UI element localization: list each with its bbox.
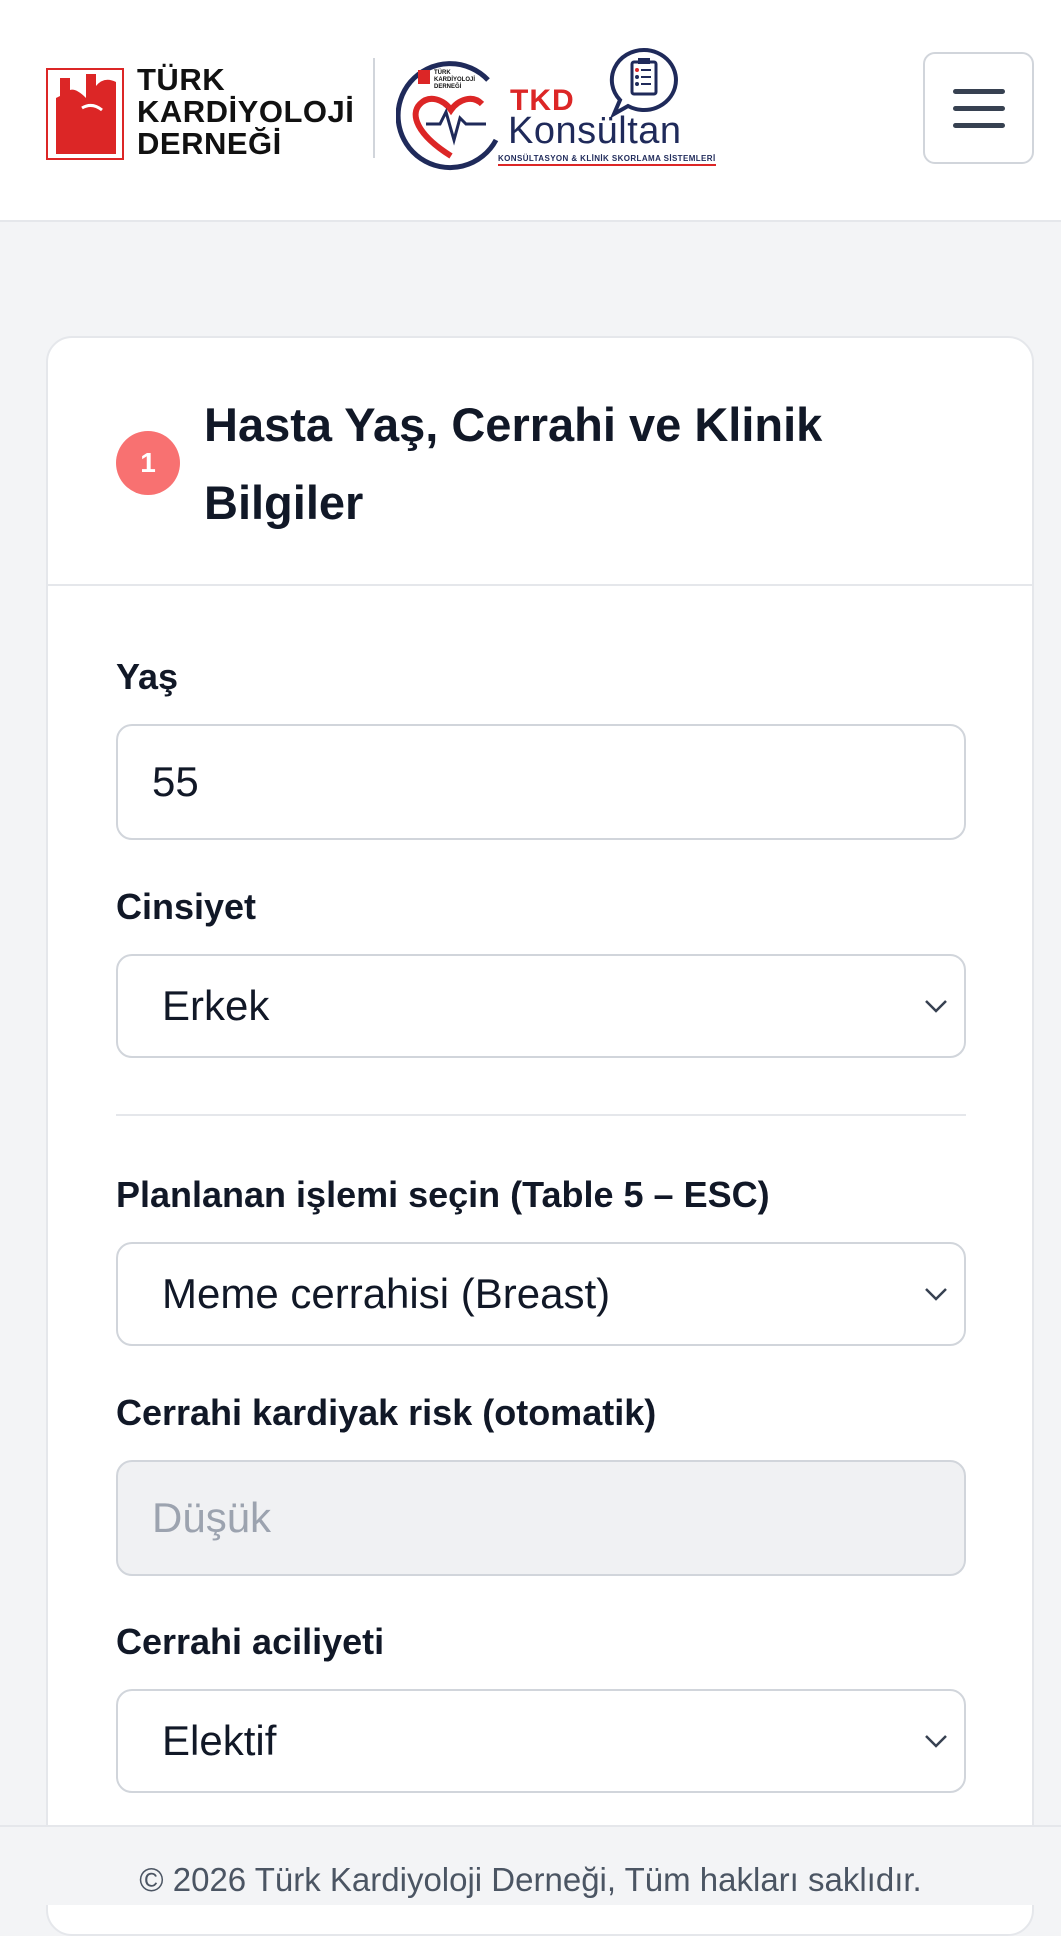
tkd-logo-line3: DERNEĞİ (137, 126, 282, 161)
logo-divider (373, 58, 375, 158)
urgency-select[interactable]: Elektif (116, 1689, 966, 1793)
cardiac-risk-label: Cerrahi kardiyak risk (otomatik) (116, 1392, 657, 1433)
chevron-down-icon (925, 1000, 947, 1013)
heart-ecg-logo-icon: TÜRK KARDİYOLOJİ DERNEĞİ (396, 61, 499, 171)
urgency-select-value: Elektif (162, 1717, 277, 1764)
kons-mini-line2: KARDİYOLOJİ (434, 76, 475, 83)
clipboard-chat-icon (609, 47, 678, 118)
hamburger-icon (952, 88, 1005, 128)
sex-label: Cinsiyet (116, 886, 257, 927)
menu-button[interactable] (923, 52, 1034, 164)
tkd-logo-line1: TÜRK (137, 62, 226, 97)
kons-mini-line3: DERNEĞİ (434, 82, 462, 90)
tkd-logo-line2: KARDİYOLOJİ (137, 94, 355, 129)
tkd-logo-text: TÜRK KARDİYOLOJİ DERNEĞİ (137, 64, 354, 160)
age-label: Yaş (116, 656, 179, 697)
chevron-down-icon (925, 1288, 947, 1301)
sex-select-value: Erkek (162, 982, 270, 1029)
cardiac-risk-input: Düşük (116, 1460, 966, 1576)
sex-select[interactable]: Erkek (116, 954, 966, 1058)
age-input[interactable]: 55 (116, 724, 966, 840)
section-divider (116, 1114, 966, 1116)
tkd-logo[interactable]: TÜRK KARDİYOLOJİ DERNEĞİ (46, 64, 356, 164)
chevron-down-icon (925, 1735, 947, 1748)
urgency-label: Cerrahi aciliyeti (116, 1621, 385, 1662)
konsultan-logo-name: Konsültan (508, 110, 682, 152)
age-input-value: 55 (152, 758, 199, 805)
heart-logo-icon (46, 68, 124, 160)
konsultan-logo[interactable]: TÜRK KARDİYOLOJİ DERNEĞİ TKD Konsültan K… (396, 46, 716, 176)
konsultan-logo-tagline: KONSÜLTASYON & KLİNİK SKORLAMA SİSTEMLER… (498, 154, 716, 166)
card-title: Hasta Yaş, Cerrahi ve Klinik Bilgiler (204, 398, 823, 529)
procedure-label: Planlanan işlemi seçin (Table 5 – ESC) (116, 1174, 770, 1215)
copyright-text: © 2026 Türk Kardiyoloji Derneği, Tüm hak… (139, 1861, 922, 1898)
form-card: 1 Hasta Yaş, Cerrahi ve Klinik Bilgiler … (46, 336, 1034, 1936)
app-header: TÜRK KARDİYOLOJİ DERNEĞİ TÜRK KARDİYOLOJ… (0, 0, 1061, 222)
card-header: 1 Hasta Yaş, Cerrahi ve Klinik Bilgiler (48, 338, 1032, 586)
kons-mini-line1: TÜRK (434, 69, 451, 76)
cardiac-risk-placeholder: Düşük (152, 1494, 272, 1541)
procedure-select-value: Meme cerrahisi (Breast) (162, 1270, 611, 1317)
step-number-badge: 1 (116, 431, 180, 495)
page-footer: © 2026 Türk Kardiyoloji Derneği, Tüm hak… (0, 1825, 1061, 1905)
procedure-select[interactable]: Meme cerrahisi (Breast) (116, 1242, 966, 1346)
